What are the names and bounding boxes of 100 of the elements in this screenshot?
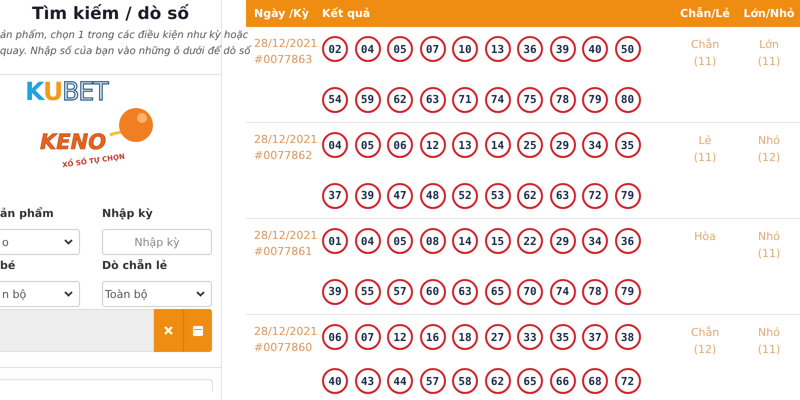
number-ball: 79	[582, 86, 608, 112]
number-ball: 18	[452, 324, 478, 350]
number-ball: 75	[517, 86, 543, 112]
number-ball: 13	[484, 36, 510, 62]
number-ball: 63	[550, 182, 576, 208]
number-ball: 01	[322, 228, 348, 254]
even-odd-result: Chẵn	[690, 325, 720, 341]
number-ball: 27	[484, 324, 510, 350]
column-header: Lớn/Nhỏ	[743, 7, 794, 20]
field-label: Dò chẵn lẻ	[102, 259, 168, 274]
number-ball: 16	[420, 324, 446, 350]
number-ball: 07	[354, 324, 380, 350]
number-ball: 06	[322, 324, 348, 350]
big-small-result: Nhỏ	[758, 133, 780, 149]
number-ball: 22	[517, 228, 543, 254]
select-field[interactable]: n bộ	[0, 281, 80, 307]
even-odd-count: (12)	[694, 342, 716, 358]
number-ball: 04	[322, 132, 348, 158]
number-ball: 07	[420, 36, 446, 62]
select-field[interactable]: Toàn bộ	[102, 281, 212, 307]
panel-title: Tìm kiếm / dò số	[32, 3, 190, 24]
number-ball: 60	[420, 278, 446, 304]
number-ball: 54	[322, 86, 348, 112]
number-ball: 12	[420, 132, 446, 158]
number-ball: 74	[484, 86, 510, 112]
even-odd-result: Lẻ	[698, 133, 712, 149]
even-odd-result: Chẵn	[690, 37, 720, 53]
big-small-result: Lớn	[759, 37, 779, 53]
column-header: Ngày /Kỳ	[253, 7, 309, 20]
number-ball: 35	[614, 132, 640, 158]
big-small-result: Nhỏ	[758, 325, 780, 341]
number-ball: 29	[550, 132, 576, 158]
select-field[interactable]: o	[0, 229, 80, 255]
number-ball: 63	[420, 86, 446, 112]
number-ball: 34	[582, 132, 608, 158]
number-ball: 79	[614, 182, 640, 208]
column-header: Kết quả	[322, 7, 370, 20]
number-ball: 12	[387, 324, 413, 350]
draw-date: 28/12/2021	[254, 36, 318, 52]
number-ball: 72	[582, 182, 608, 208]
number-ball: 39	[322, 278, 348, 304]
number-ball: 55	[354, 278, 380, 304]
input-field[interactable]: Nhập kỳ	[102, 229, 212, 255]
number-ball: 05	[387, 36, 413, 62]
number-ball: 59	[354, 86, 380, 112]
big-small-count: (11)	[758, 342, 780, 358]
number-ball: 36	[614, 228, 640, 254]
number-ball: 47	[387, 182, 413, 208]
number-ball: 36	[517, 36, 543, 62]
number-ball: 52	[452, 182, 478, 208]
number-ball: 08	[420, 228, 446, 254]
number-ball: 71	[452, 86, 478, 112]
number-ball: 05	[387, 228, 413, 254]
number-ball: 37	[582, 324, 608, 350]
number-ball: 35	[550, 324, 576, 350]
big-small-count: (11)	[758, 246, 780, 262]
draw-number: #0077861	[254, 244, 312, 260]
number-ball: 29	[550, 228, 576, 254]
description-text: quay. Nhập số của bạn vào những ô dưới để dò số	[0, 44, 250, 59]
number-ball: 39	[354, 182, 380, 208]
number-ball: 06	[387, 132, 413, 158]
big-small-count: (11)	[758, 54, 780, 70]
brand-logo: KUBET	[25, 78, 108, 106]
number-ball: 04	[354, 228, 380, 254]
number-ball: 79	[614, 278, 640, 304]
number-ball: 63	[452, 278, 478, 304]
number-ball: 50	[614, 36, 640, 62]
field-label: ản phẩm	[0, 207, 54, 222]
number-ball: 62	[387, 86, 413, 112]
draw-date: 28/12/2021	[254, 132, 318, 148]
number-ball: 37	[322, 182, 348, 208]
big-small-count: (12)	[758, 150, 780, 166]
number-ball: 05	[354, 132, 380, 158]
number-ball: 15	[484, 228, 510, 254]
number-ball: 38	[614, 324, 640, 350]
number-ball: 14	[452, 228, 478, 254]
number-ball: 53	[484, 182, 510, 208]
number-ball: 13	[452, 132, 478, 158]
number-ball: 78	[550, 86, 576, 112]
field-label: Nhập kỳ	[102, 207, 153, 222]
number-ball: 48	[420, 182, 446, 208]
even-odd-count: (11)	[694, 150, 716, 166]
draw-number: #0077862	[254, 148, 312, 164]
number-ball: 70	[517, 278, 543, 304]
number-ball: 80	[614, 86, 640, 112]
number-ball: 14	[484, 132, 510, 158]
number-ball: 40	[582, 36, 608, 62]
field-label: bé	[0, 259, 16, 274]
number-ball: 34	[582, 228, 608, 254]
column-header: Chẵn/Lẻ	[680, 7, 730, 20]
number-ball: 57	[387, 278, 413, 304]
number-ball: 74	[550, 278, 576, 304]
number-ball: 33	[517, 324, 543, 350]
big-small-result: Nhỏ	[758, 229, 780, 245]
number-ball: 65	[484, 278, 510, 304]
number-ball: 62	[517, 182, 543, 208]
draw-date: 28/12/2021	[254, 228, 318, 244]
number-ball: 78	[582, 278, 608, 304]
number-ball: 02	[322, 36, 348, 62]
number-ball: 39	[550, 36, 576, 62]
